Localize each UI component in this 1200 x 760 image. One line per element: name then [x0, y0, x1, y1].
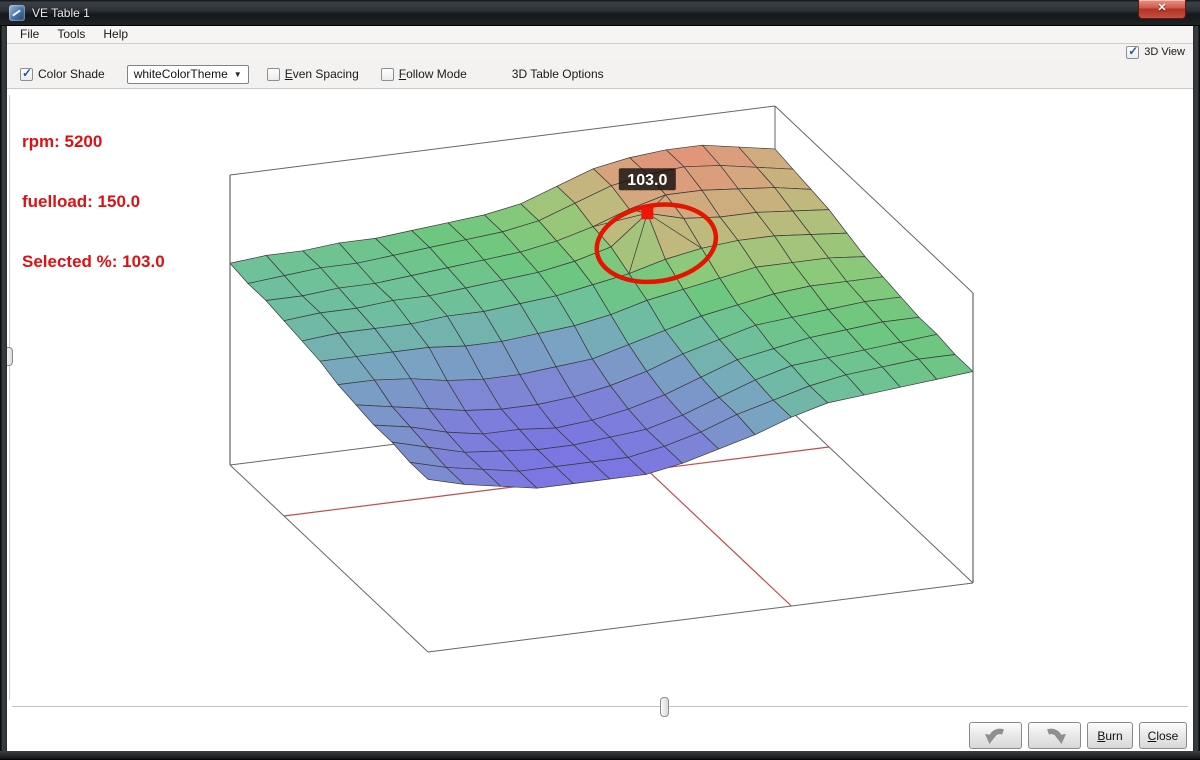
color-shade-label: Color Shade	[38, 67, 105, 81]
burn-button[interactable]: Burn	[1087, 722, 1133, 749]
vertical-rotate-slider-track	[9, 95, 10, 700]
cursor-readout: rpm: 5200 fuelload: 150.0 Selected %: 10…	[22, 92, 165, 312]
window-border-bottom	[0, 751, 1200, 760]
even-spacing-label: Even Spacing	[285, 67, 359, 81]
readout-selected: Selected %: 103.0	[22, 252, 165, 272]
checkbox-icon	[381, 68, 394, 81]
window-border-right	[1193, 26, 1200, 751]
readout-rpm: rpm: 5200	[22, 132, 165, 152]
color-theme-select[interactable]: whiteColorTheme ▼	[127, 65, 249, 84]
checkbox-icon: ✓	[1126, 46, 1139, 59]
undo-arrow-icon	[983, 726, 1009, 746]
ve-table-3d-plot[interactable]: 103.0	[0, 0, 1200, 760]
color-shade-checkbox[interactable]: ✓ Color Shade	[20, 67, 105, 81]
selected-value-label: 103.0	[627, 172, 667, 189]
readout-fuelload: fuelload: 150.0	[22, 192, 165, 212]
checkbox-icon: ✓	[20, 68, 33, 81]
menu-file[interactable]: File	[11, 26, 48, 43]
follow-mode-label: Follow Mode	[399, 67, 467, 81]
dropdown-arrow-icon: ▼	[234, 70, 242, 79]
menu-bar: File Tools Help	[7, 26, 1193, 44]
title-bar: VE Table 1	[0, 0, 1200, 26]
follow-mode-checkbox[interactable]: Follow Mode	[381, 67, 467, 81]
redo-arrow-icon	[1042, 726, 1068, 746]
checkbox-icon	[267, 68, 280, 81]
ve-table-window: 103.0 VE Table 1 ✕ File Tools Help ✓ 3D …	[0, 0, 1200, 760]
window-title: VE Table 1	[32, 6, 90, 20]
even-spacing-checkbox[interactable]: Even Spacing	[267, 67, 359, 81]
window-border-left	[0, 26, 7, 751]
view-toggle-strip: ✓ 3D View	[7, 44, 1193, 60]
toolbar: ✓ Color Shade whiteColorTheme ▼ Even Spa…	[7, 60, 1193, 89]
redo-button[interactable]	[1028, 722, 1081, 749]
3d-view-label: 3D View	[1144, 46, 1185, 58]
close-window-button[interactable]: ✕	[1138, 0, 1186, 19]
3d-table-options-button[interactable]: 3D Table Options	[512, 67, 604, 81]
app-icon	[9, 5, 25, 21]
footer-buttons: Burn Close	[969, 722, 1187, 749]
color-theme-value: whiteColorTheme	[134, 67, 228, 81]
menu-tools[interactable]: Tools	[48, 26, 94, 43]
undo-button[interactable]	[969, 722, 1022, 749]
3d-view-checkbox[interactable]: ✓ 3D View	[1126, 46, 1185, 59]
close-button[interactable]: Close	[1139, 722, 1187, 749]
menu-help[interactable]: Help	[94, 26, 137, 43]
horizontal-rotate-slider-track	[12, 706, 1188, 707]
horizontal-rotate-slider-thumb[interactable]	[660, 697, 669, 717]
selected-cell-marker[interactable]	[641, 207, 653, 219]
